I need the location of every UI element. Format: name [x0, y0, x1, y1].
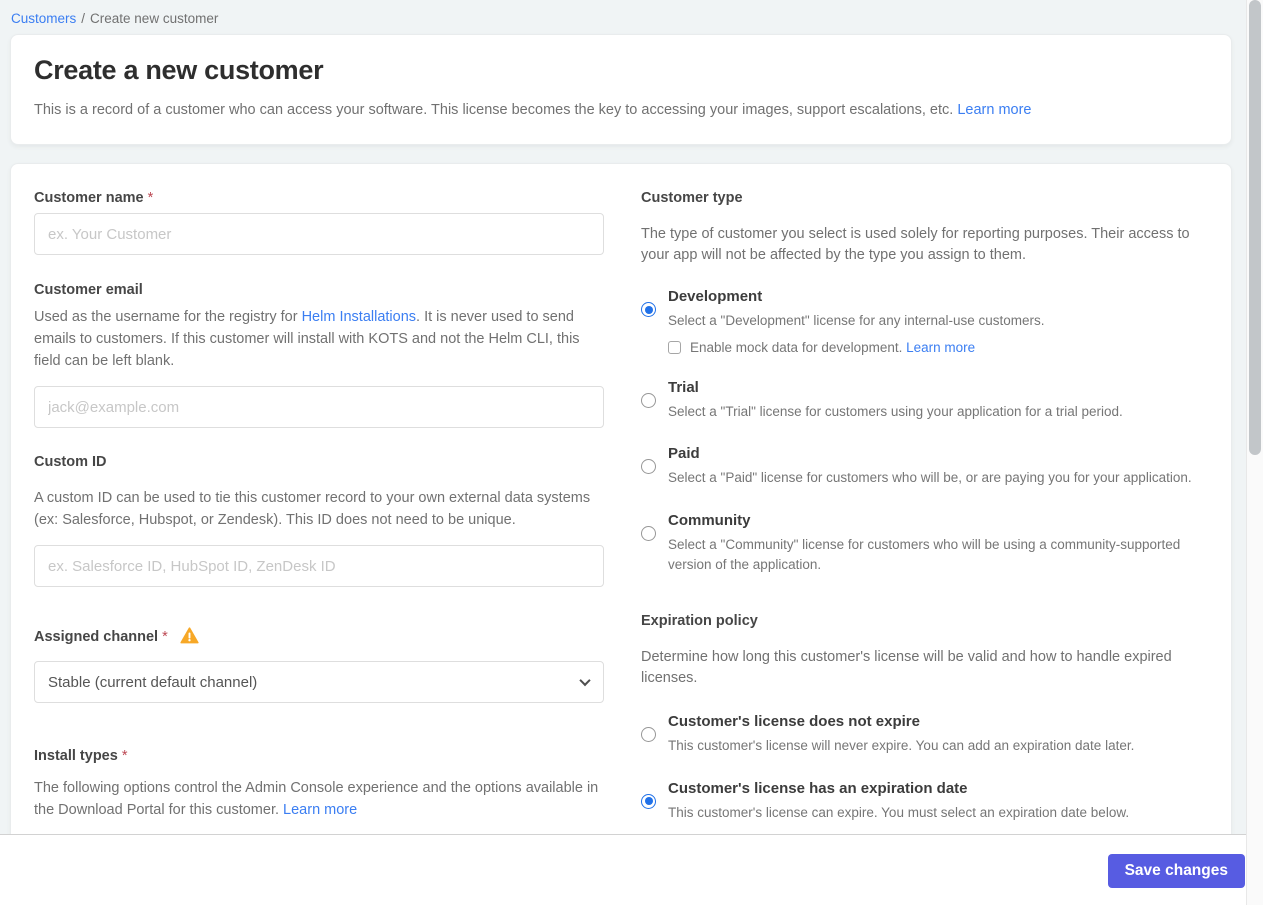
warning-triangle-icon — [180, 627, 199, 644]
radio-option-community-body: Community Select a "Community" license f… — [668, 511, 1213, 574]
radio-icon-license-does-not-expire[interactable] — [641, 727, 656, 743]
radio-option-license-does-not-expire-body: Customer's license does not expire This … — [668, 712, 1134, 756]
custom-id-description: A custom ID can be used to tie this cust… — [34, 490, 591, 529]
customer-type-description: The type of customer you select is used … — [641, 226, 1190, 264]
helm-installations-link[interactable]: Helm Installations — [302, 309, 416, 325]
radio-option-paid-desc: Select a "Paid" license for customers wh… — [668, 470, 1192, 486]
radio-option-license-does-not-expire[interactable]: Customer's license does not expire This … — [641, 712, 1213, 756]
radio-icon-community[interactable] — [641, 525, 656, 541]
page-subtitle-text: This is a record of a customer who can a… — [34, 102, 954, 118]
radio-icon-paid[interactable] — [641, 459, 656, 475]
assigned-channel-select[interactable]: Stable (current default channel) — [34, 661, 604, 704]
header-learn-more-link[interactable]: Learn more — [957, 102, 1031, 118]
required-asterisk: * — [162, 629, 168, 646]
radio-option-license-does-not-expire-title: Customer's license does not expire — [668, 713, 920, 731]
custom-id-input[interactable] — [34, 545, 604, 588]
breadcrumb-current: Create new customer — [90, 11, 219, 26]
radio-option-paid[interactable]: Paid Select a "Paid" license for custome… — [641, 444, 1213, 488]
radio-option-development-title: Development — [668, 288, 763, 306]
breadcrumb-customers-link[interactable]: Customers — [11, 11, 76, 26]
customer-name-input[interactable] — [34, 213, 604, 256]
custom-id-label: Custom ID — [34, 454, 107, 471]
page-subtitle: This is a record of a customer who can a… — [34, 100, 1208, 120]
assigned-channel-label: Assigned channel * — [34, 627, 604, 646]
radio-option-paid-title: Paid — [668, 445, 700, 463]
mock-data-checkbox-row[interactable]: Enable mock data for development. Learn … — [668, 340, 1045, 355]
customer-email-input[interactable] — [34, 386, 604, 429]
breadcrumb-separator: / — [81, 11, 86, 26]
page-title: Create a new customer — [34, 55, 324, 85]
radio-option-trial-body: Trial Select a "Trial" license for custo… — [668, 378, 1123, 422]
radio-icon-development[interactable] — [641, 302, 656, 318]
vertical-scrollbar-track[interactable] — [1246, 0, 1263, 905]
expiration-policy-description: Determine how long this customer's licen… — [641, 649, 1172, 687]
create-customer-form-card: Customer name* Customer email Used as th… — [10, 163, 1232, 856]
radio-option-license-has-expiration-title: Customer's license has an expiration dat… — [668, 779, 968, 797]
page-header-card: Create a new customer This is a record o… — [10, 34, 1232, 146]
radio-option-community-title: Community — [668, 511, 751, 529]
mock-data-checkbox[interactable] — [668, 340, 681, 354]
radio-option-license-has-expiration-desc: This customer's license can expire. You … — [668, 804, 1130, 820]
mock-data-checkbox-label: Enable mock data for development. Learn … — [690, 340, 975, 355]
radio-option-trial-title: Trial — [668, 378, 699, 396]
radio-option-paid-body: Paid Select a "Paid" license for custome… — [668, 444, 1192, 488]
assigned-channel-label-text: Assigned channel — [34, 629, 159, 646]
form-left-column: Customer name* Customer email Used as th… — [34, 189, 604, 821]
install-types-label-text: Install types — [34, 748, 118, 765]
mock-data-checkbox-label-text: Enable mock data for development. — [690, 339, 903, 355]
install-types-description: The following options control the Admin … — [34, 777, 604, 821]
breadcrumb: Customers / Create new customer — [0, 0, 1263, 26]
radio-option-development-desc: Select a "Development" license for any i… — [668, 313, 1045, 329]
install-types-label: Install types * — [34, 747, 604, 765]
save-changes-button[interactable]: Save changes — [1107, 854, 1245, 888]
radio-option-trial-desc: Select a "Trial" license for customers u… — [668, 403, 1123, 419]
customer-type-label: Customer type — [641, 190, 743, 207]
radio-icon-trial[interactable] — [641, 392, 656, 408]
radio-option-community-desc: Select a "Community" license for custome… — [668, 536, 1181, 572]
mock-data-learn-more-link[interactable]: Learn more — [906, 340, 975, 355]
customer-name-label: Customer name * — [34, 189, 604, 207]
radio-option-community[interactable]: Community Select a "Community" license f… — [641, 511, 1213, 574]
form-right-column: Customer type The type of customer you s… — [641, 189, 1213, 822]
radio-icon-license-has-expiration[interactable] — [641, 793, 656, 809]
radio-option-development-body: Development Select a "Development" licen… — [668, 287, 1045, 355]
required-asterisk: * — [147, 190, 154, 207]
customer-email-label: Customer email — [34, 282, 143, 299]
customer-email-desc-before: Used as the username for the registry fo… — [34, 309, 302, 326]
customer-email-description: Used as the username for the registry fo… — [34, 306, 604, 372]
radio-option-license-has-expiration-body: Customer's license has an expiration dat… — [668, 779, 1129, 823]
install-types-learn-more-link[interactable]: Learn more — [283, 802, 357, 818]
vertical-scrollbar-thumb[interactable] — [1249, 0, 1261, 455]
assigned-channel-select-wrapper: Stable (current default channel) — [34, 661, 604, 704]
radio-option-development[interactable]: Development Select a "Development" licen… — [641, 287, 1213, 355]
radio-option-license-does-not-expire-desc: This customer's license will never expir… — [668, 738, 1135, 754]
radio-option-license-has-expiration[interactable]: Customer's license has an expiration dat… — [641, 779, 1213, 823]
customer-name-label-text: Customer name — [34, 190, 144, 207]
required-asterisk: * — [121, 748, 128, 765]
expiration-policy-label: Expiration policy — [641, 613, 758, 630]
radio-option-trial[interactable]: Trial Select a "Trial" license for custo… — [641, 378, 1213, 422]
form-footer-bar: Save changes — [0, 834, 1263, 905]
